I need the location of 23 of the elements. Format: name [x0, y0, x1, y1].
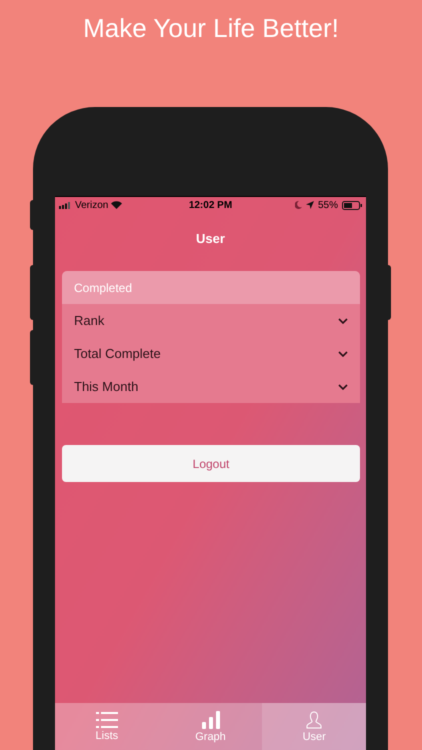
list-icon — [96, 712, 118, 728]
tab[interactable]: Lists — [55, 703, 159, 750]
chevron-icon — [338, 384, 348, 390]
dropdown-row[interactable]: Rank — [62, 304, 360, 337]
battery-percent: 55% — [318, 198, 338, 212]
moon-icon — [294, 201, 302, 209]
chevron-icon — [338, 318, 348, 324]
carrier-name: Verizon — [75, 198, 108, 212]
user-icon — [306, 710, 322, 728]
location-icon — [306, 201, 314, 209]
card-header: Completed — [62, 271, 360, 304]
bar-chart-icon — [202, 710, 220, 728]
chevron-icon — [338, 350, 348, 356]
dropdown-row[interactable]: Total Complete — [62, 337, 360, 370]
screen-title: User — [196, 230, 225, 248]
tab[interactable]: Graph — [158, 703, 262, 750]
headline: Make Your Life Better! — [83, 12, 339, 45]
clock-time: 12:02 PM — [188, 198, 234, 212]
dropdown-row[interactable]: This Month — [62, 370, 360, 403]
wifi-icon — [111, 201, 122, 209]
logout-button[interactable]: Logout — [62, 445, 360, 482]
signal-icon — [59, 202, 72, 208]
battery-icon — [342, 200, 362, 210]
